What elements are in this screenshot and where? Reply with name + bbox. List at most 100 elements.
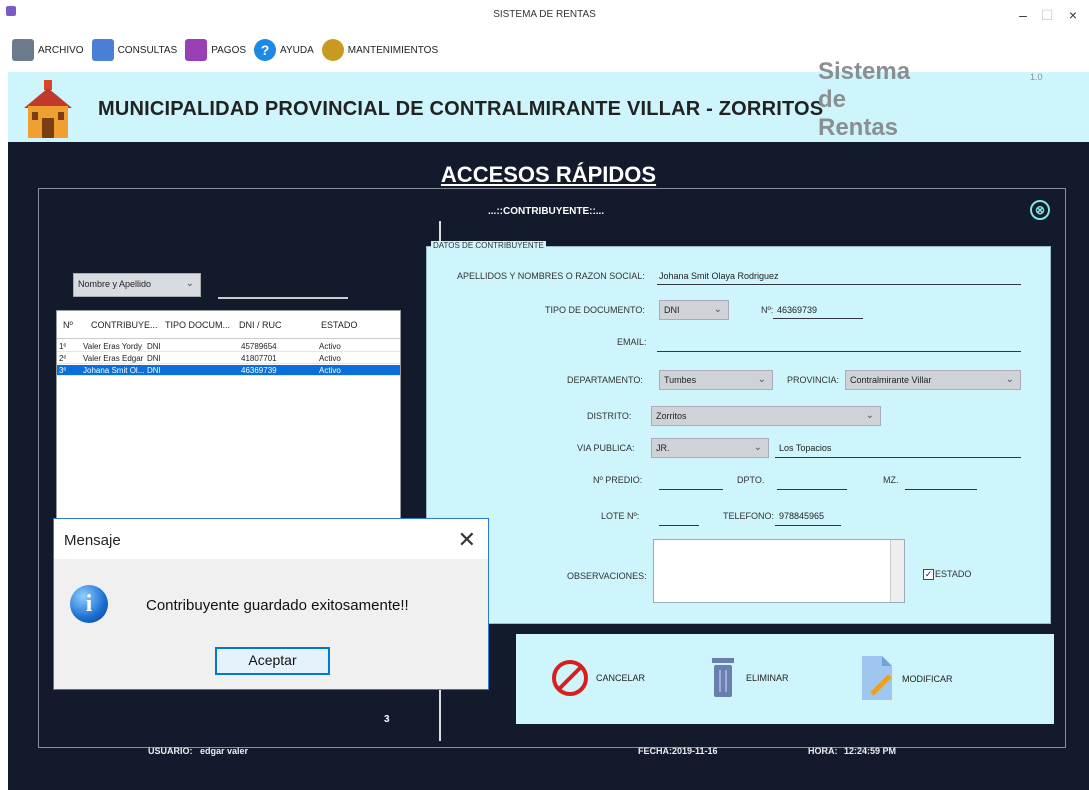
- department-value: Tumbes: [664, 375, 697, 385]
- telephone-underline: [775, 525, 841, 526]
- doc-number-field[interactable]: 46369739: [777, 305, 817, 315]
- menu-label: AYUDA: [280, 44, 314, 56]
- section-title: ...::CONTRIBUYENTE::...: [488, 206, 605, 217]
- user-value: edgar valer: [200, 746, 249, 756]
- payments-icon: [185, 39, 208, 61]
- cell-contributor: Valer Eras Yordy: [83, 342, 142, 351]
- menu-label: ARCHIVO: [38, 44, 84, 56]
- menu-bar: ARCHIVO CONSULTAS PAGOS ? AYUDA MANTENIM…: [0, 30, 1089, 70]
- municipality-logo-icon: [24, 80, 72, 138]
- cell-doc-type: DNI: [147, 342, 161, 351]
- cell-status: Activo: [319, 366, 341, 375]
- trash-icon: [712, 658, 734, 697]
- cell-index: 3º: [59, 366, 67, 375]
- accept-button[interactable]: Aceptar: [215, 647, 330, 675]
- table-row[interactable]: 2º Valer Eras Edgar DNI 41807701 Activo: [57, 353, 400, 364]
- title-bar: SISTEMA DE RENTAS – ☐ ×: [0, 0, 1089, 30]
- column-header[interactable]: CONTRIBUYE...: [91, 320, 158, 330]
- maintenance-icon: [321, 39, 344, 61]
- chevron-down-icon: ⌄: [757, 374, 766, 385]
- observations-textarea[interactable]: [653, 539, 905, 603]
- close-panel-icon[interactable]: ⊗: [1030, 200, 1050, 220]
- observations-scrollbar[interactable]: [890, 540, 904, 602]
- chevron-down-icon: ⌄: [713, 304, 722, 315]
- observations-label: OBSERVACIONES:: [567, 571, 647, 581]
- time-label: HORA:: [808, 746, 838, 756]
- province-select[interactable]: Contralmirante Villar ⌄: [845, 370, 1021, 390]
- lote-label: LOTE Nº:: [601, 511, 640, 521]
- cell-contributor: Johana Smit Ol...: [83, 366, 145, 375]
- menu-mantenimientos[interactable]: MANTENIMIENTOS: [321, 39, 439, 61]
- menu-consultas[interactable]: CONSULTAS: [91, 39, 177, 61]
- via-field[interactable]: Los Topacios: [779, 443, 831, 453]
- search-filter-value: Nombre y Apellido: [78, 279, 152, 289]
- column-header[interactable]: TIPO DOCUM...: [165, 320, 230, 330]
- via-type-value: JR.: [656, 443, 670, 453]
- doc-type-select[interactable]: DNI ⌄: [659, 300, 729, 320]
- doc-type-label: TIPO DE DOCUMENTO:: [545, 305, 645, 315]
- dpto-label: DPTO.: [737, 475, 765, 485]
- mz-field[interactable]: [905, 489, 977, 490]
- cell-dni: 41807701: [241, 354, 277, 363]
- predio-field[interactable]: [659, 489, 723, 490]
- email-underline: [657, 351, 1021, 352]
- menu-ayuda[interactable]: ? AYUDA: [254, 39, 314, 61]
- message-dialog: Mensaje ✕ i Contribuyente guardado exito…: [53, 518, 489, 690]
- cell-contributor: Valer Eras Edgar: [83, 354, 144, 363]
- chevron-down-icon: ⌄: [185, 278, 194, 289]
- close-icon[interactable]: ✕: [458, 527, 476, 553]
- name-field[interactable]: Johana Smit Olaya Rodriguez: [659, 271, 779, 281]
- cell-status: Activo: [319, 342, 341, 351]
- chevron-down-icon: ⌄: [865, 410, 874, 421]
- menu-pagos[interactable]: PAGOS: [185, 39, 246, 61]
- dialog-message: Contribuyente guardado exitosamente!!: [146, 597, 409, 614]
- menu-archivo[interactable]: ARCHIVO: [12, 39, 84, 61]
- user-label: USUARIO:: [148, 746, 193, 756]
- estado-checkbox[interactable]: ✓: [923, 569, 934, 580]
- cell-doc-type: DNI: [147, 354, 161, 363]
- email-label: EMAIL:: [617, 337, 647, 347]
- date-label: FECHA:: [638, 746, 672, 756]
- search-filter-select[interactable]: Nombre y Apellido ⌄: [73, 273, 201, 297]
- date-value: 2019-11-16: [672, 746, 718, 756]
- menu-label: MANTENIMIENTOS: [347, 44, 439, 56]
- chevron-down-icon: ⌄: [1005, 374, 1014, 385]
- cell-dni: 46369739: [241, 366, 277, 375]
- actions-panel: CANCELAR ELIMINAR MODIFICAR: [516, 634, 1054, 724]
- search-input[interactable]: [218, 297, 348, 299]
- menu-label: PAGOS: [211, 44, 247, 56]
- cell-doc-type: DNI: [147, 366, 161, 375]
- doc-number-label: Nº:: [761, 305, 774, 315]
- province-label: PROVINCIA:: [787, 375, 840, 385]
- name-underline: [657, 284, 1021, 285]
- form-legend: DATOS DE CONTRIBUYENTE: [431, 241, 546, 250]
- close-window-button[interactable]: ×: [1058, 4, 1088, 26]
- cancel-button[interactable]: CANCELAR: [550, 658, 645, 698]
- page-title: ACCESOS RÁPIDOS: [440, 162, 657, 187]
- time-value: 12:24:59 PM: [844, 746, 897, 756]
- cancel-icon: [552, 660, 588, 696]
- column-header[interactable]: ESTADO: [321, 320, 357, 330]
- via-label: VIA PUBLICA:: [577, 443, 635, 453]
- estado-label: ESTADO: [935, 569, 972, 579]
- contributor-form: DATOS DE CONTRIBUYENTE APELLIDOS Y NOMBR…: [426, 241, 1051, 624]
- table-row-selected[interactable]: 3º Johana Smit Ol... DNI 46369739 Activo: [57, 365, 400, 376]
- column-header[interactable]: Nº: [63, 320, 73, 330]
- record-count: 3: [384, 714, 390, 725]
- province-value: Contralmirante Villar: [850, 375, 932, 385]
- modify-label: MODIFICAR: [902, 674, 953, 684]
- name-label: APELLIDOS Y NOMBRES O RAZON SOCIAL:: [457, 271, 645, 281]
- modify-button[interactable]: MODIFICAR: [860, 654, 953, 704]
- district-select[interactable]: Zorritos ⌄: [651, 406, 881, 426]
- column-header[interactable]: DNI / RUC: [239, 320, 282, 330]
- delete-button[interactable]: ELIMINAR: [708, 656, 789, 700]
- main-area: ACCESOS RÁPIDOS ...::CONTRIBUYENTE::... …: [8, 142, 1089, 790]
- archive-icon: [12, 39, 34, 61]
- department-select[interactable]: Tumbes ⌄: [659, 370, 773, 390]
- lote-field[interactable]: [659, 525, 699, 526]
- table-row[interactable]: 1º Valer Eras Yordy DNI 45789654 Activo: [57, 341, 400, 352]
- dpto-field[interactable]: [777, 489, 847, 490]
- telephone-field[interactable]: 978845965: [779, 511, 824, 521]
- via-type-select[interactable]: JR. ⌄: [651, 438, 769, 458]
- app-window: SISTEMA DE RENTAS – ☐ × ARCHIVO CONSULTA…: [0, 0, 1089, 790]
